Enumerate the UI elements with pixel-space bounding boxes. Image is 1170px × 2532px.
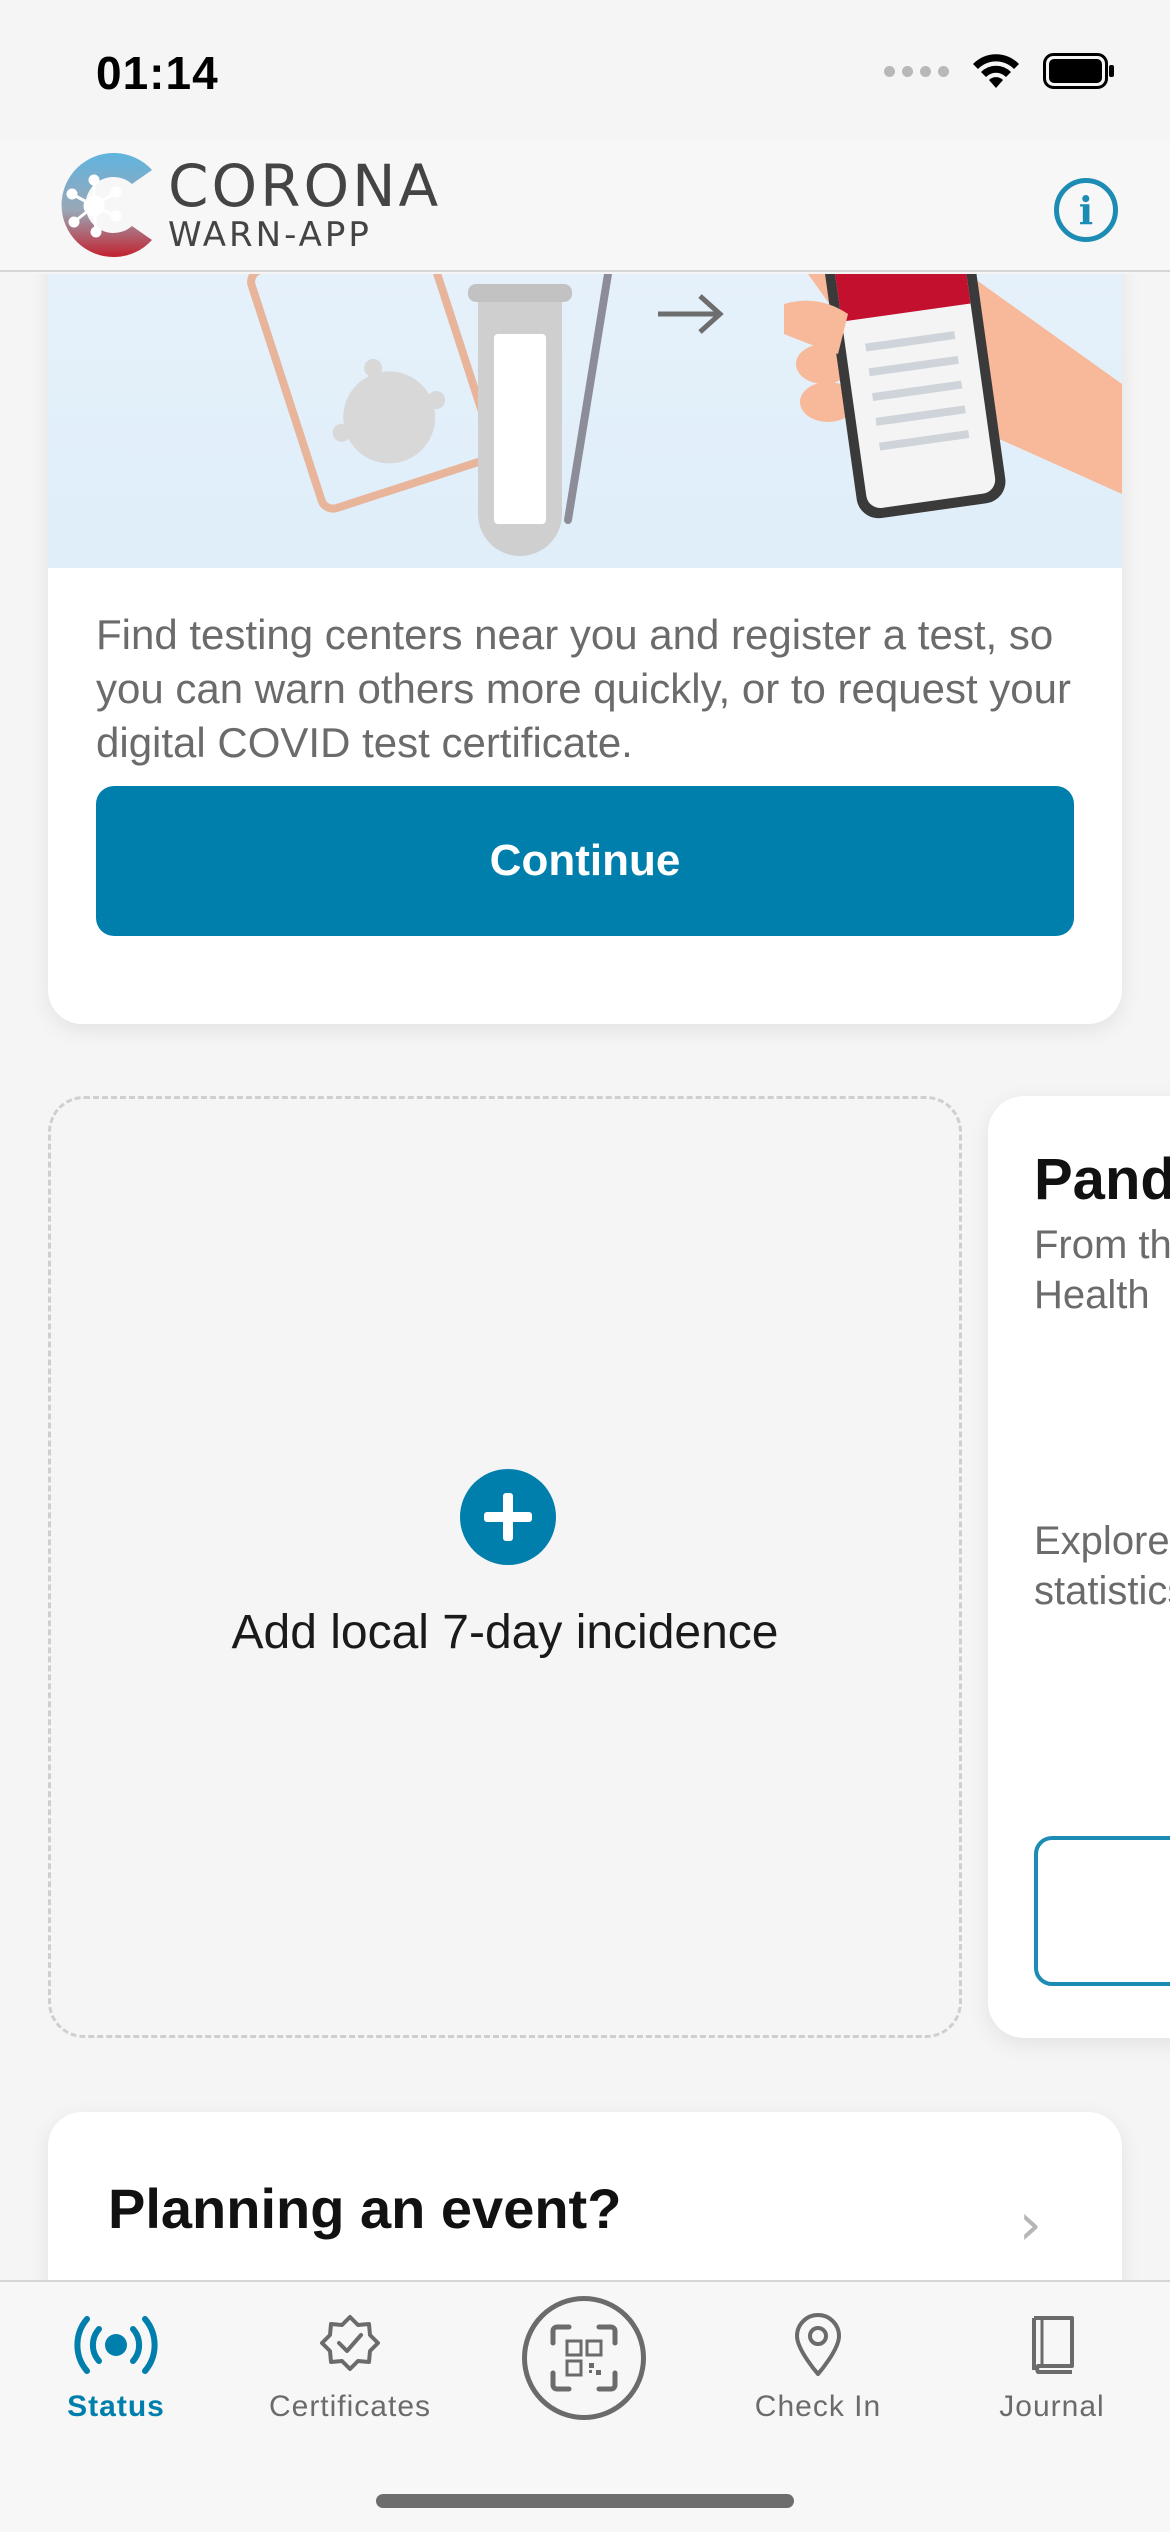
status-icon	[16, 2300, 216, 2390]
status-time: 01:14	[96, 47, 219, 99]
tab-journal[interactable]: Journal	[952, 2300, 1152, 2424]
location-pin-icon	[718, 2300, 918, 2390]
tab-check-in-label: Check In	[754, 2390, 882, 2423]
info-icon[interactable]: i	[1054, 178, 1118, 242]
status-bar: 01:14	[0, 0, 1170, 140]
app-root: 01:14 CORONA WARN-APP i Find testing cen…	[0, 0, 1170, 2532]
certificate-icon	[250, 2300, 450, 2390]
event-card-title: Planning an event?	[108, 2177, 622, 2240]
pandemic-card-subtitle: From the Federal Ministry of Health	[1034, 1223, 1170, 1317]
plus-icon[interactable]	[460, 1469, 556, 1565]
add-incidence-label: Add local 7-day incidence	[231, 1606, 779, 1659]
book-icon	[952, 2300, 1152, 2390]
test-registration-card: Find testing centers near you and regist…	[48, 274, 1122, 1024]
app-header: CORONA WARN-APP i	[0, 140, 1170, 272]
qr-scan-icon	[550, 2324, 618, 2392]
tab-check-in[interactable]: Check In	[718, 2300, 918, 2424]
tab-certificates[interactable]: Certificates	[250, 2300, 450, 2424]
logo-subtitle: WARN-APP	[168, 215, 372, 255]
logo-title: CORONA	[168, 152, 442, 220]
chevron-right-icon: ›	[1018, 2190, 1042, 2258]
logo-wordmark: CORONA WARN-APP	[168, 156, 441, 254]
add-local-incidence-card[interactable]: Add local 7-day incidence	[48, 1096, 962, 2038]
wifi-icon	[973, 54, 1019, 88]
home-scroll-content[interactable]: Find testing centers near you and regist…	[0, 274, 1170, 2280]
pandemic-card-title: Pandemic Radar	[1034, 1147, 1170, 1212]
tab-certificates-label: Certificates	[268, 2390, 432, 2423]
test-card-description: Find testing centers near you and regist…	[96, 611, 1072, 766]
continue-button[interactable]: Continue	[96, 786, 1074, 936]
pandemic-radar-card[interactable]: Pandemic Radar From the Federal Ministry…	[988, 1096, 1170, 2038]
tab-status[interactable]: Status	[16, 2300, 216, 2424]
tab-status-label: Status	[67, 2390, 165, 2423]
test-illustration	[48, 274, 1122, 568]
home-indicator[interactable]	[376, 2494, 794, 2508]
battery-icon	[1043, 53, 1114, 89]
test-kit-illustration-icon	[247, 274, 1122, 556]
tab-journal-label: Journal	[999, 2390, 1105, 2423]
planning-event-card[interactable]: Planning an event? ›	[48, 2112, 1122, 2280]
pandemic-card-body: Explore current pandemic statistics	[1034, 1519, 1170, 1613]
corona-warn-app-logo-icon	[61, 153, 152, 257]
status-icons	[884, 52, 1115, 90]
pandemic-card-button[interactable]	[1034, 1836, 1170, 1986]
qr-scan-button[interactable]	[522, 2296, 646, 2420]
cellular-signal-icon	[884, 65, 949, 77]
